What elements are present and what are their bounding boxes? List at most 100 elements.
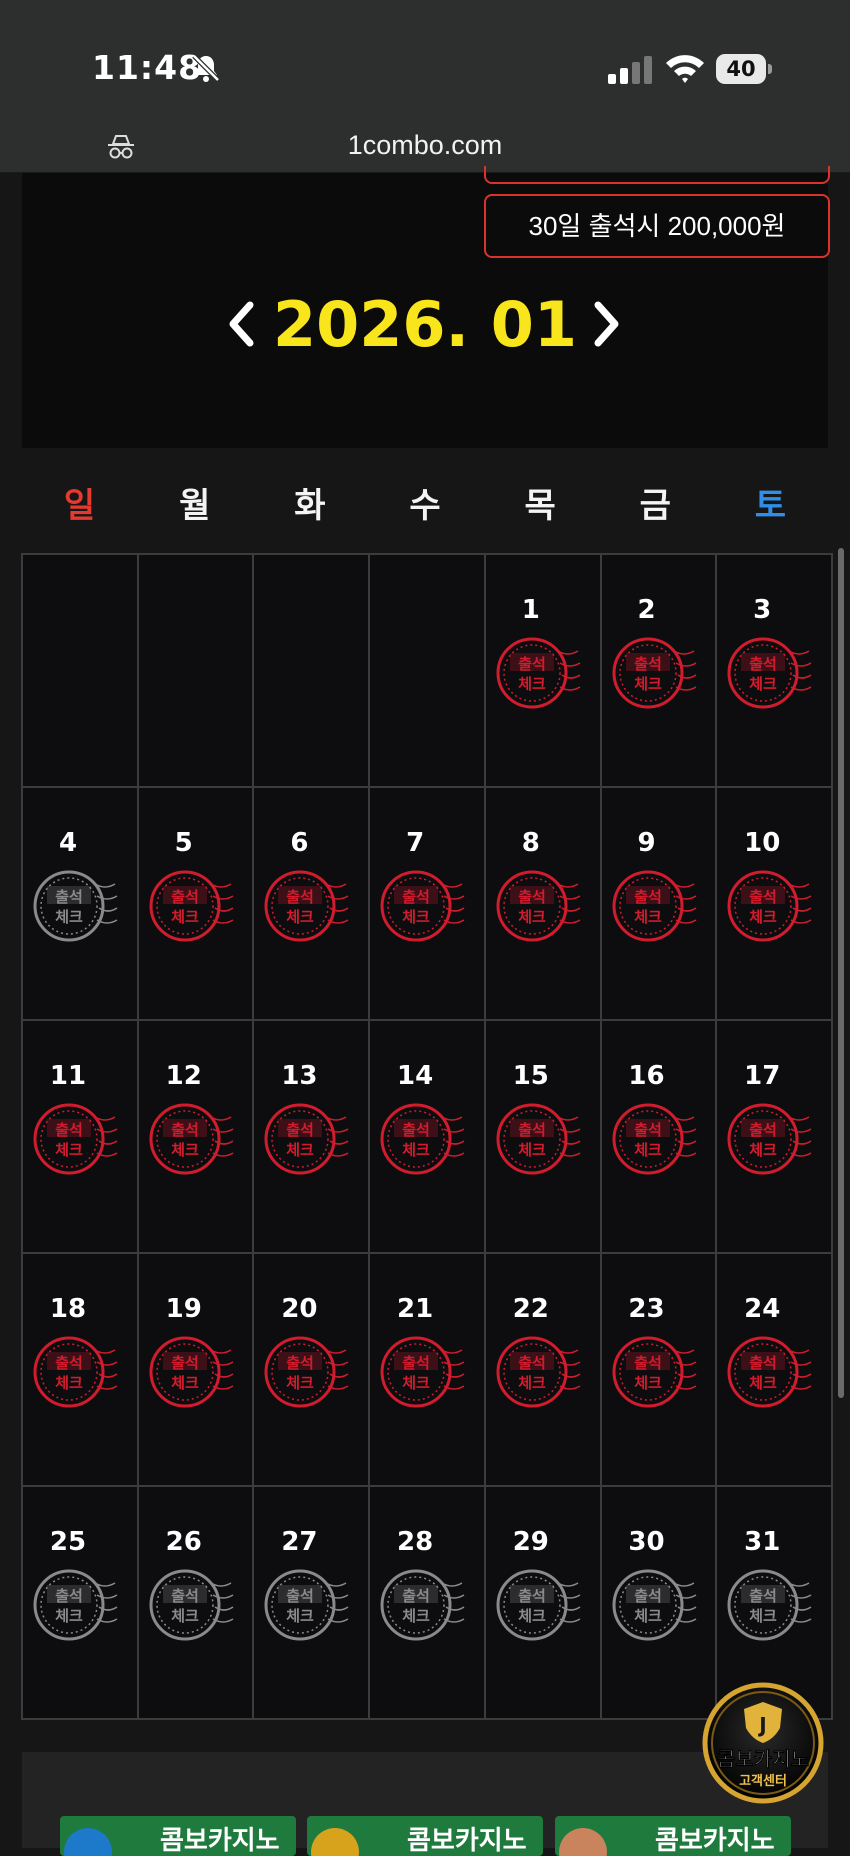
reward-box: 30일 출석시 200,000원	[484, 194, 830, 258]
calendar-day-number: 14	[397, 1061, 434, 1091]
promo-banner-2[interactable]: 콤보카지노	[307, 1816, 543, 1856]
promo-banner-3[interactable]: 콤보카지노	[555, 1816, 791, 1856]
calendar-day-cell[interactable]: 4 출석 체크	[23, 788, 139, 1021]
calendar-day-cell[interactable]: 22 출석 체크	[485, 1254, 602, 1487]
calendar-day-cell[interactable]: 14 출석 체크	[370, 1021, 486, 1254]
calendar-day-cell[interactable]: 12 출석 체크	[138, 1021, 255, 1254]
calendar-day-cell[interactable]: 9 출석 체크	[601, 788, 718, 1021]
svg-text:체크: 체크	[287, 1607, 315, 1625]
calendar-day-number: 7	[406, 828, 425, 858]
url-text[interactable]: 1combo.com	[0, 130, 850, 161]
bell-off-icon	[192, 54, 220, 82]
calendar-day-number: 23	[628, 1294, 665, 1324]
calendar-day-cell[interactable]: 19 출석 체크	[138, 1254, 255, 1487]
calendar-day-cell[interactable]: 29 출석 체크	[485, 1487, 602, 1720]
svg-text:체크: 체크	[518, 1141, 546, 1159]
svg-text:출석: 출석	[634, 1121, 662, 1139]
svg-text:체크: 체크	[749, 675, 777, 693]
svg-text:체크: 체크	[171, 1141, 199, 1159]
calendar-day-cell[interactable]: 20 출석 체크	[254, 1254, 371, 1487]
svg-text:체크: 체크	[402, 1607, 430, 1625]
svg-text:체크: 체크	[749, 1607, 777, 1625]
calendar-day-cell[interactable]: 26 출석 체크	[138, 1487, 255, 1720]
calendar-day-number: 26	[165, 1527, 202, 1557]
calendar-day-cell[interactable]: 30 출석 체크	[601, 1487, 718, 1720]
attendance-stamp-checked-icon: 출석체크	[380, 1336, 465, 1408]
calendar-day-cell[interactable]: 1 출석 체크	[485, 555, 602, 788]
calendar-day-cell[interactable]: 17 출석체크	[717, 1021, 833, 1254]
chevron-right-icon[interactable]	[592, 301, 622, 347]
calendar-day-cell[interactable]: 25 출석 체크	[23, 1487, 139, 1720]
svg-text:J: J	[757, 1713, 766, 1737]
calendar-day-cell[interactable]: 15 출석 체크	[485, 1021, 602, 1254]
calendar-day-cell[interactable]: 5 출석 체크	[138, 788, 255, 1021]
svg-text:출석: 출석	[518, 888, 546, 906]
svg-text:출석: 출석	[171, 1354, 199, 1372]
svg-text:체크: 체크	[749, 1374, 777, 1392]
calendar-day-cell[interactable]: 3 출석 체크	[717, 555, 833, 788]
svg-text:출석: 출석	[287, 888, 315, 906]
svg-text:출석: 출석	[749, 1587, 777, 1605]
svg-text:체크: 체크	[749, 1141, 777, 1159]
calendar-day-cell[interactable]: 2 출석체크	[601, 555, 718, 788]
calendar-day-cell[interactable]: 10 출석 체크	[717, 788, 833, 1021]
calendar-day-number: 17	[744, 1061, 781, 1091]
calendar-day-number: 6	[290, 828, 309, 858]
battery-level: 40	[716, 54, 766, 84]
wifi-icon	[666, 55, 704, 83]
attendance-stamp-unchecked-icon: 출석체크	[33, 870, 118, 942]
svg-text:체크: 체크	[287, 1374, 315, 1392]
calendar-day-cell[interactable]: 7 출석 체크	[370, 788, 486, 1021]
attendance-stamp-checked-icon: 출석체크	[612, 1103, 696, 1175]
attendance-stamp-checked-icon: 출석체크	[264, 1103, 349, 1175]
calendar-day-cell[interactable]: 24 출석 체크	[717, 1254, 833, 1487]
banner-graphic	[64, 1828, 112, 1856]
svg-text:출석: 출석	[518, 1587, 546, 1605]
attendance-stamp-unchecked-icon: 출석체크	[33, 1569, 118, 1641]
svg-text:출석: 출석	[55, 1587, 83, 1605]
weekday-sunday: 일	[63, 486, 96, 526]
calendar-day-cell[interactable]: 8 출석 체크	[485, 788, 602, 1021]
svg-text:체크: 체크	[402, 1141, 430, 1159]
calendar-day-cell[interactable]: 16 출석 체크	[601, 1021, 718, 1254]
calendar-day-number: 29	[512, 1527, 549, 1557]
svg-text:출석: 출석	[749, 1121, 777, 1139]
banner-label: 콤보카지노	[407, 1826, 527, 1856]
attendance-stamp-checked-icon: 출석체크	[149, 870, 234, 942]
banner-label: 콤보카지노	[655, 1826, 775, 1856]
attendance-stamp-checked-icon: 출석체크	[380, 870, 465, 942]
svg-text:체크: 체크	[634, 1607, 662, 1625]
calendar-day-number: 10	[744, 828, 781, 858]
attendance-stamp-checked-icon: 출석체크	[264, 870, 349, 942]
banner-graphic	[311, 1828, 359, 1856]
calendar-day-number: 22	[512, 1294, 549, 1324]
calendar-day-cell[interactable]: 23 출석 체크	[601, 1254, 718, 1487]
calendar-day-number: 15	[512, 1061, 549, 1091]
customer-center-button[interactable]: J 콤보카지노 고객센터	[702, 1682, 824, 1804]
calendar-day-cell[interactable]: 13 출석 체크	[254, 1021, 371, 1254]
calendar-day-cell[interactable]: 11 출석 체크	[23, 1021, 139, 1254]
weekday-thursday: 목	[524, 486, 556, 526]
calendar-day-cell[interactable]: 27 출석 체크	[254, 1487, 371, 1720]
calendar-day-cell[interactable]: 28 출석 체크	[370, 1487, 486, 1720]
calendar-day-cell[interactable]: 21 출석 체크	[370, 1254, 486, 1487]
weekday-monday: 월	[179, 486, 211, 526]
calendar-day-cell[interactable]: 18 출석 체크	[23, 1254, 139, 1487]
svg-text:체크: 체크	[634, 675, 662, 693]
page-scrollbar[interactable]	[838, 548, 844, 1398]
svg-text:체크: 체크	[171, 1607, 199, 1625]
calendar-day-number: 3	[753, 595, 772, 625]
status-bar: 11:48 40	[0, 0, 850, 120]
calendar-day-cell[interactable]: 6 출석 체크	[254, 788, 371, 1021]
svg-text:체크: 체크	[55, 1141, 83, 1159]
svg-text:체크: 체크	[749, 908, 777, 926]
svg-text:출석: 출석	[634, 1587, 662, 1605]
banner-label: 콤보카지노	[160, 1826, 280, 1856]
svg-text:출석: 출석	[55, 1354, 83, 1372]
svg-text:체크: 체크	[171, 1374, 199, 1392]
promo-banner-1[interactable]: 콤보카지노	[60, 1816, 296, 1856]
calendar-day-number: 2	[637, 595, 656, 625]
attendance-stamp-unchecked-icon: 출석체크	[264, 1569, 349, 1641]
attendance-stamp-checked-icon: 출석체크	[727, 870, 812, 942]
svg-text:출석: 출석	[634, 655, 662, 673]
